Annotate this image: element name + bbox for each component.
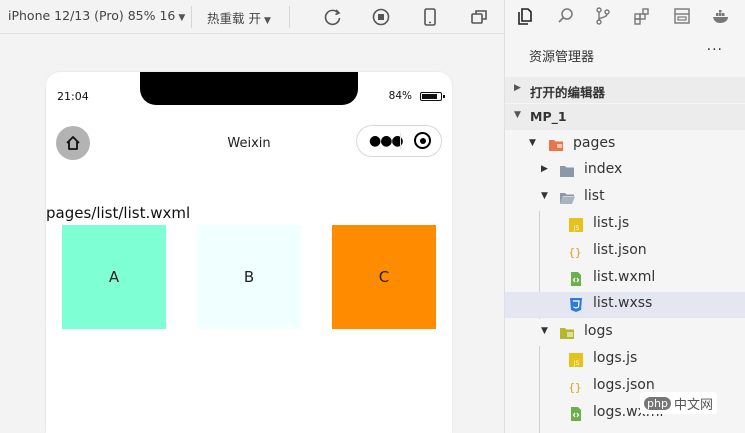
tree-file-list-wxml[interactable]: list.wxml — [505, 266, 745, 292]
phone-notch — [140, 72, 358, 105]
tree-label: list.wxml — [593, 269, 656, 285]
chevron-right-icon: ▶ — [514, 83, 521, 93]
page-path-text: pages/list/list.wxml — [46, 204, 191, 222]
folder-icon — [560, 166, 574, 177]
tree-label: index — [584, 161, 623, 177]
json-file-icon: {} — [568, 381, 581, 394]
more-actions-icon[interactable]: ··· — [707, 42, 723, 58]
simulator-area: 21:04 84% Weixin ●●● pages/list/list.wxm… — [0, 34, 504, 433]
files-icon[interactable] — [515, 6, 535, 26]
box-label: A — [108, 268, 120, 286]
multi-window-icon[interactable] — [468, 6, 490, 28]
more-dots-icon[interactable]: ●●● — [369, 133, 404, 149]
refresh-icon[interactable] — [322, 6, 344, 28]
menu-capsule: ●●● — [356, 125, 442, 157]
folder-open-icon — [560, 193, 575, 204]
close-target-icon[interactable] — [414, 132, 431, 149]
watermark-text: 中文网 — [673, 397, 713, 413]
box-c: C — [332, 225, 436, 329]
box-label: C — [378, 268, 390, 286]
wxss-file-icon — [570, 298, 582, 312]
tree-file-list-js[interactable]: JS list.js — [505, 212, 745, 238]
chevron-down-icon: ▼ — [541, 191, 548, 201]
tree-label: logs.json — [593, 377, 655, 393]
toolbar-divider — [191, 6, 192, 28]
json-file-icon: {} — [568, 246, 581, 259]
js-file-icon: JS — [569, 353, 583, 367]
tree-file-logs-js[interactable]: JS logs.js — [505, 347, 745, 373]
chevron-down-icon: ▼ — [541, 326, 548, 336]
battery-icon — [420, 92, 445, 101]
simulator-toolbar: iPhone 12/13 (Pro) 85% 16 ▼ 热重载 开 ▼ — [0, 0, 504, 34]
device-select-label: iPhone 12/13 (Pro) 85% 16 — [8, 8, 176, 23]
section-label: 打开的编辑器 — [530, 85, 606, 100]
toolbar-divider — [289, 6, 290, 28]
tree-folder-list[interactable]: ▼ list — [505, 185, 745, 211]
tree-file-list-wxss[interactable]: list.wxss — [505, 292, 745, 318]
box-b: B — [197, 225, 301, 329]
svg-text:{}: {} — [568, 381, 581, 394]
stop-icon[interactable] — [370, 6, 392, 28]
open-editors-section[interactable]: ▶ 打开的编辑器 — [505, 77, 745, 103]
tree-label: logs.js — [593, 350, 638, 366]
tree-folder-logs[interactable]: ▼ logs — [505, 320, 745, 346]
svg-text:JS: JS — [573, 360, 580, 367]
tree-label: list.json — [593, 242, 647, 258]
status-time: 21:04 — [57, 90, 89, 103]
chevron-down-icon: ▼ — [514, 110, 521, 120]
chevron-right-icon: ▶ — [541, 164, 548, 174]
chevron-down-icon: ▼ — [529, 138, 536, 148]
hot-reload-label: 热重载 开 — [207, 11, 261, 26]
chevron-down-icon: ▼ — [178, 13, 186, 23]
folder-open-icon — [549, 140, 563, 151]
folder-open-icon — [560, 328, 574, 339]
watermark-badge: php — [644, 396, 671, 410]
phone-icon[interactable] — [419, 6, 441, 28]
tree-file-list-json[interactable]: {} list.json — [505, 239, 745, 265]
search-icon[interactable] — [556, 6, 576, 26]
chevron-down-icon: ▼ — [263, 16, 271, 26]
tree-label: pages — [573, 135, 616, 151]
project-section[interactable]: ▼ MP_1 — [505, 104, 745, 130]
watermark: php 中文网 — [640, 392, 717, 414]
layout-icon[interactable] — [672, 6, 692, 26]
js-file-icon: JS — [569, 218, 583, 232]
capsule-divider — [400, 133, 401, 149]
battery-percentage: 84% — [388, 90, 412, 102]
extensions-icon[interactable] — [632, 6, 652, 26]
phone-screen: 21:04 84% Weixin ●●● pages/list/list.wxm… — [46, 72, 452, 433]
device-select[interactable]: iPhone 12/13 (Pro) 85% 16 ▼ — [8, 8, 185, 23]
docker-icon[interactable] — [711, 6, 731, 26]
source-control-icon[interactable] — [593, 6, 613, 26]
wxml-file-icon — [571, 272, 581, 286]
wxml-file-icon — [571, 407, 581, 421]
tree-label: list.js — [593, 215, 630, 231]
tree-folder-pages[interactable]: ▼ pages — [505, 132, 745, 158]
explorer-panel: 资源管理器 ··· ▶ 打开的编辑器 ▼ MP_1 ▼ pages ▶ inde… — [504, 0, 745, 433]
box-label: B — [243, 268, 255, 286]
hot-reload-toggle[interactable]: 热重载 开 ▼ — [207, 8, 271, 27]
battery-level-fill — [422, 94, 437, 99]
section-label: MP_1 — [530, 109, 567, 124]
tree-label: list — [584, 188, 605, 204]
tree-label: logs — [584, 323, 613, 339]
box-a: A — [62, 225, 166, 329]
tree-folder-index[interactable]: ▶ index — [505, 158, 745, 184]
tree-label: list.wxss — [593, 295, 653, 311]
svg-text:{}: {} — [568, 246, 581, 259]
svg-text:JS: JS — [573, 225, 580, 232]
explorer-title: 资源管理器 — [529, 50, 595, 65]
